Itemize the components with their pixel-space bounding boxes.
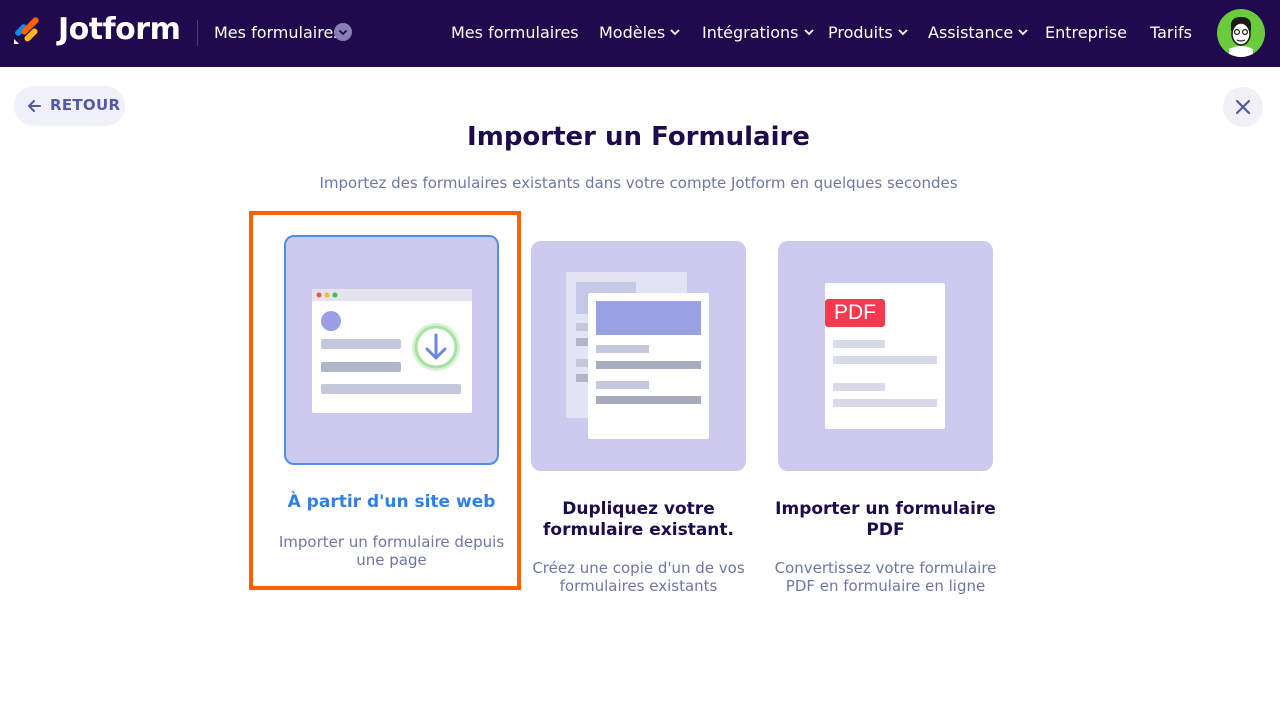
nav-support[interactable]: Assistance — [928, 23, 1029, 42]
option-description: Importer un formulaire depuis une page — [278, 533, 505, 569]
nav-pricing[interactable]: Tarifs — [1150, 23, 1192, 42]
nav-label: Tarifs — [1150, 23, 1192, 42]
my-forms-menu[interactable]: Mes formulaires — [214, 23, 342, 42]
chevron-down-icon — [670, 29, 680, 36]
pdf-illustration — [778, 241, 993, 471]
nav-templates[interactable]: Modèles — [599, 23, 681, 42]
close-icon — [1235, 99, 1251, 115]
page-subtitle: Importez des formulaires existants dans … — [319, 174, 958, 192]
jotform-logo-icon[interactable] — [13, 15, 43, 45]
arrow-left-icon — [28, 100, 41, 112]
nav-label: Produits — [828, 23, 893, 42]
chevron-down-icon[interactable] — [334, 23, 352, 41]
avatar-face-icon — [1229, 17, 1253, 57]
option-title: Importer un formulaire PDF — [775, 499, 996, 540]
back-button[interactable]: RETOUR — [14, 86, 125, 126]
pdf-badge: PDF — [825, 299, 885, 327]
option-description: Créez une copie d'un de vos formulaires … — [532, 559, 745, 595]
pdf-badge-label: PDF — [834, 301, 876, 324]
page-title: Importer un Formulaire — [467, 122, 810, 152]
close-button[interactable] — [1223, 87, 1263, 127]
nav-integrations[interactable]: Intégrations — [702, 23, 815, 42]
nav-label: Modèles — [599, 23, 666, 42]
nav-label: Entreprise — [1045, 23, 1127, 42]
nav-enterprise[interactable]: Entreprise — [1045, 23, 1127, 42]
back-label: RETOUR — [50, 96, 121, 114]
nav-products[interactable]: Produits — [828, 23, 909, 42]
nav-label: Assistance — [928, 23, 1014, 42]
option-title: Dupliquez votre formulaire existant. — [543, 499, 734, 540]
nav-my-forms[interactable]: Mes formulaires — [451, 23, 579, 42]
option-description: Convertissez votre formulaire PDF en for… — [774, 559, 997, 595]
nav-label: Mes formulaires — [451, 23, 579, 42]
header-divider — [197, 20, 198, 46]
duplicate-illustration — [531, 241, 746, 471]
user-avatar[interactable] — [1217, 9, 1265, 57]
nav-label: Intégrations — [702, 23, 799, 42]
website-illustration — [284, 235, 499, 465]
top-navigation-bar: Jotform Mes formulaires Mes formulaires … — [0, 0, 1280, 67]
option-title: À partir d'un site web — [287, 492, 496, 512]
chevron-down-icon — [1018, 29, 1028, 36]
chevron-down-icon — [803, 29, 814, 36]
chevron-down-icon — [898, 29, 908, 36]
brand-name[interactable]: Jotform — [58, 12, 181, 47]
